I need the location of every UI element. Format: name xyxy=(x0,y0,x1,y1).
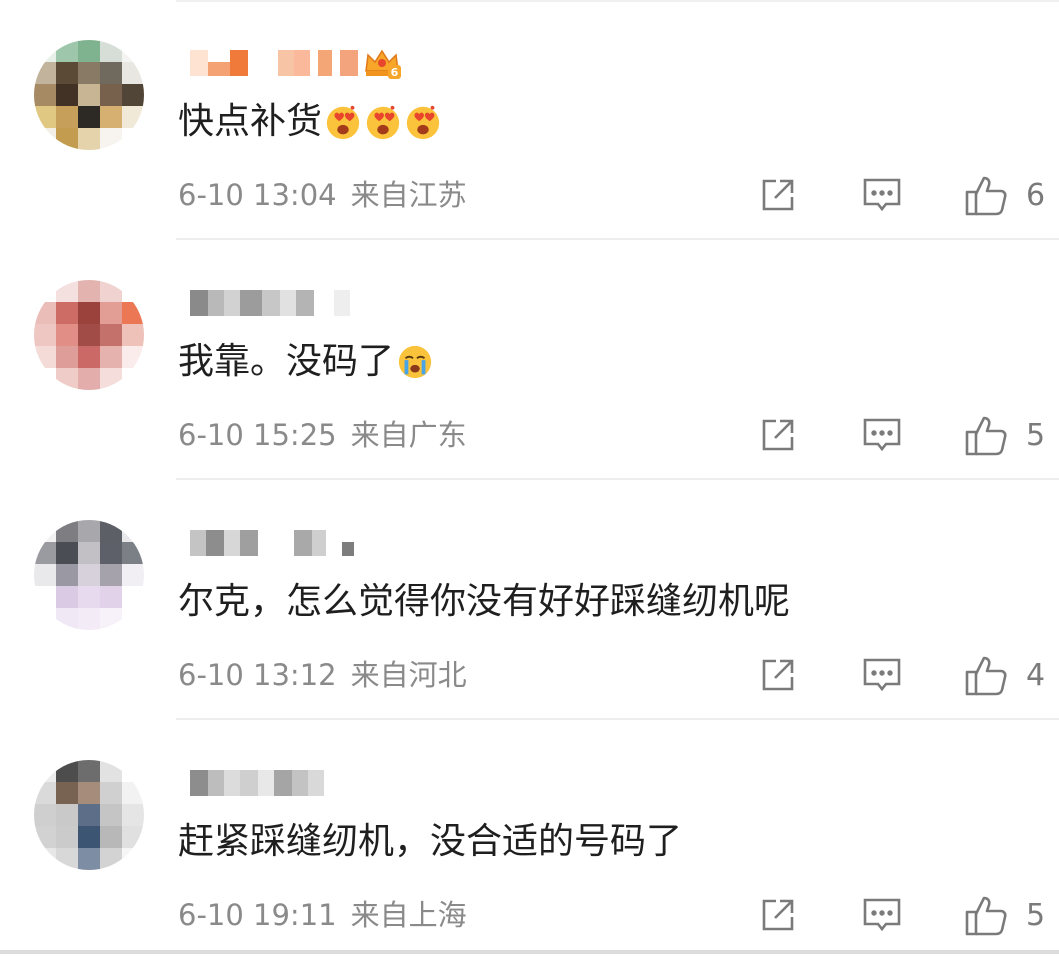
reply-button[interactable] xyxy=(862,172,904,218)
thumbs-up-icon xyxy=(965,416,1007,456)
comment-text: 尔克，怎么觉得你没有好好踩缝纫机呢 xyxy=(178,572,790,632)
comment-body: 尔克，怎么觉得你没有好好踩缝纫机呢 xyxy=(178,581,791,622)
share-icon xyxy=(762,659,794,691)
comment-body: 快点补货 xyxy=(178,101,323,142)
heart-eyes-emoji xyxy=(326,105,360,140)
reply-button[interactable] xyxy=(862,412,904,458)
like-button[interactable]: 5 xyxy=(964,892,1054,938)
heart-eyes-emoji xyxy=(406,105,440,140)
thumbs-up-icon xyxy=(965,656,1007,696)
reply-button[interactable] xyxy=(862,652,904,698)
like-count: 5 xyxy=(1026,897,1046,933)
comment-item: 赶紧踩缝纫机，没合适的号码了 6-10 19:11 来自上海 5 xyxy=(0,720,1059,960)
comment-meta: 6-10 13:12 来自河北 xyxy=(178,652,467,698)
comment-icon xyxy=(863,178,901,212)
comment-meta: 6-10 13:04 来自江苏 xyxy=(178,172,467,218)
comment-body: 赶紧踩缝纫机，没合适的号码了 xyxy=(178,821,683,862)
avatar[interactable] xyxy=(34,280,144,390)
comment-item: 我靠。没码了 6-10 15:25 来自广东 5 xyxy=(0,240,1059,480)
comment-text: 快点补货 xyxy=(178,92,442,152)
comment-body: 我靠。没码了 xyxy=(178,341,395,382)
share-icon xyxy=(762,419,794,451)
bottom-edge xyxy=(0,950,1059,954)
username-blurred[interactable]: 6 xyxy=(190,46,402,80)
comment-location: 来自广东 xyxy=(350,418,467,452)
username-blurred[interactable] xyxy=(190,766,324,800)
avatar[interactable] xyxy=(34,760,144,870)
avatar[interactable] xyxy=(34,40,144,150)
username-blurred[interactable] xyxy=(190,286,350,320)
comment-icon xyxy=(863,418,901,452)
comment-text: 赶紧踩缝纫机，没合适的号码了 xyxy=(178,812,682,872)
crown-level-6-icon: 6 xyxy=(365,49,401,79)
thumbs-up-icon xyxy=(965,176,1007,216)
comment-time: 6-10 15:25 xyxy=(178,418,337,452)
like-button[interactable]: 5 xyxy=(964,412,1054,458)
like-count: 4 xyxy=(1026,657,1046,693)
comment-icon xyxy=(863,898,901,932)
like-count: 5 xyxy=(1026,417,1046,453)
comment-time: 6-10 13:04 xyxy=(178,178,337,212)
comment-time: 6-10 13:12 xyxy=(178,658,337,692)
comment-meta: 6-10 15:25 来自广东 xyxy=(178,412,467,458)
like-count: 6 xyxy=(1026,177,1046,213)
heart-eyes-emoji xyxy=(366,105,400,140)
like-button[interactable]: 4 xyxy=(964,652,1054,698)
crying-emoji xyxy=(398,345,432,379)
like-button[interactable]: 6 xyxy=(964,172,1054,218)
comment-text: 我靠。没码了 xyxy=(178,332,434,392)
share-icon xyxy=(762,899,794,931)
thumbs-up-icon xyxy=(965,896,1007,936)
share-button[interactable] xyxy=(758,172,800,218)
comment-item: 6 快点补货 6-10 13:04 来自江苏 6 xyxy=(0,0,1059,240)
share-button[interactable] xyxy=(758,892,800,938)
svg-text:6: 6 xyxy=(391,66,399,79)
reply-button[interactable] xyxy=(862,892,904,938)
share-button[interactable] xyxy=(758,652,800,698)
username-blurred[interactable] xyxy=(190,526,354,560)
comment-item: 尔克，怎么觉得你没有好好踩缝纫机呢 6-10 13:12 来自河北 4 xyxy=(0,480,1059,720)
comment-location: 来自江苏 xyxy=(350,178,467,212)
share-icon xyxy=(762,179,794,211)
comment-location: 来自河北 xyxy=(350,658,467,692)
comment-meta: 6-10 19:11 来自上海 xyxy=(178,892,467,938)
comment-icon xyxy=(863,658,901,692)
comment-location: 来自上海 xyxy=(350,898,467,932)
comment-time: 6-10 19:11 xyxy=(178,898,337,932)
avatar[interactable] xyxy=(34,520,144,630)
share-button[interactable] xyxy=(758,412,800,458)
